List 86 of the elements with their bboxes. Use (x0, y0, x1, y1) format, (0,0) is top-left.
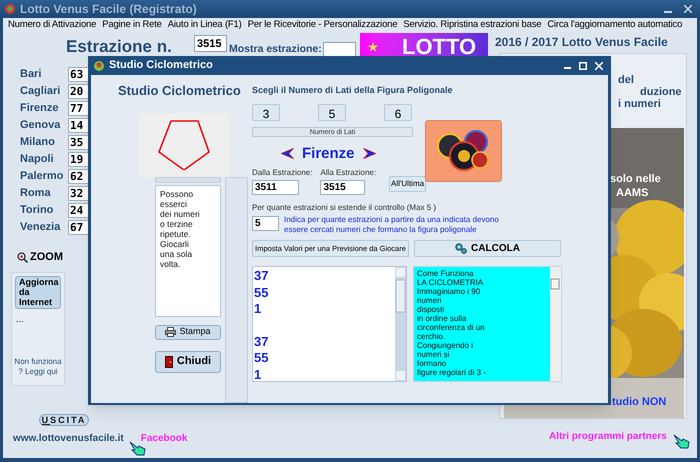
menu-item[interactable]: Servizio. Ripristina estrazioni base (403, 20, 542, 30)
menu-item[interactable]: Aiuto in Linea (F1) (168, 20, 242, 30)
number-box: 63 (68, 67, 89, 82)
dialog-heading: Studio Ciclometrico (118, 82, 241, 100)
span-label: Per quante estrazioni si estende il controllo (Max 5 ) (252, 202, 438, 214)
wheel-name: Firenze (302, 144, 355, 164)
field-label: Dalla Estrazione: (252, 167, 312, 179)
zoom-label[interactable]: ZOOM (30, 249, 63, 266)
number-box: 35 (68, 135, 89, 150)
pointing-hand-icon (672, 433, 691, 449)
city-label: Cagliari (19, 84, 62, 100)
draw-number-field[interactable]: 3515 (194, 35, 227, 52)
number-box: 32 (68, 186, 89, 201)
menu-item[interactable]: Per le Ricevitorie - Personalizzazione (248, 20, 398, 30)
city-label: Milano (19, 135, 56, 150)
pointing-hand-icon (128, 440, 147, 456)
number-box: 24 (68, 203, 89, 218)
field-label: Alla Estrazione: (320, 167, 376, 179)
city-label: Napoli (19, 152, 55, 168)
draw-field[interactable]: 3515 (320, 180, 366, 195)
door-icon (164, 356, 173, 368)
pentagon-drawing (157, 120, 211, 170)
result-number: 37 (254, 268, 270, 284)
city-label: Palermo (19, 169, 64, 184)
lotto-balls-icon (436, 128, 492, 174)
show-draw-label: Mostra estrazione: (229, 42, 321, 57)
number-box: 14 (68, 118, 89, 133)
help-text: Come Funziona LA CICLOMETRIA Immaginiamo i 90 numeri disposti in ordine sulla circonferenza di un cerchio. Congiungendo i numeri si formano figure regolari di 3 - (414, 267, 550, 381)
number-box: 19 (68, 152, 89, 167)
status-text: ... (16, 312, 24, 326)
number-box: 67 (68, 220, 89, 235)
menu-item[interactable]: Pagine in Rete (102, 20, 162, 30)
city-label: Torino (19, 203, 54, 218)
scrollbar[interactable] (395, 267, 406, 381)
result-number: 37 (254, 334, 270, 350)
draw-label: Estrazione n. (66, 36, 173, 58)
printer-icon (165, 327, 176, 337)
result-number: 1 (254, 366, 262, 381)
info-text: i numeri (618, 98, 662, 110)
print-button[interactable]: Stampa (155, 324, 221, 340)
number-box: 77 (68, 101, 89, 116)
close-icon[interactable] (684, 5, 692, 13)
panel-title: 2016 / 2017 Lotto Venus Facile (495, 34, 669, 51)
exit-button[interactable]: USCITA (39, 414, 89, 426)
star-icon (368, 42, 378, 52)
gears-icon (455, 243, 468, 254)
last-draw-button[interactable]: All'Ultima (389, 176, 426, 192)
right-arrow-icon[interactable] (362, 148, 376, 160)
photo-caption: solo nelle (610, 172, 661, 186)
info-text: duzione (640, 86, 683, 98)
menu-item[interactable]: Circa l'aggiornamento automatico (547, 20, 682, 30)
span-field[interactable]: 5 (252, 216, 279, 231)
window-title: Lotto Venus Facile (Registrato) (20, 1, 198, 18)
city-label: Bari (19, 67, 42, 82)
banner-text: LOTTO (402, 36, 476, 58)
calculate-button[interactable]: CALCOLA (414, 240, 561, 257)
info-text: del (618, 74, 635, 86)
close-dialog-button[interactable]: Chiudi (155, 350, 221, 372)
number-box: 62 (68, 169, 89, 184)
sides-prompt: Scegli il Numero di Lati della Figura Poligonale (252, 84, 454, 97)
help-link[interactable]: Non funziona ? Leggi qui (12, 356, 64, 376)
dialog-title: Studio Ciclometrico (109, 58, 214, 74)
left-arrow-icon[interactable] (281, 148, 294, 160)
zoom-icon[interactable] (17, 252, 28, 263)
note-box: Possono esserci dei numeri o terzine ripetute. Giocarli una sola volta. (155, 184, 221, 316)
app-icon (4, 3, 16, 15)
sides-button[interactable]: 6 (384, 104, 412, 120)
draw-field[interactable]: 3511 (252, 180, 299, 195)
photo-caption: AAMS (616, 186, 650, 200)
span-hint: Indica per quante estrazioni a partire da una indicata devono essere cercati numeri che formano la figura poligonale (284, 215, 500, 235)
maximize-icon[interactable] (579, 62, 587, 70)
result-number: 55 (254, 284, 270, 301)
app-icon (93, 60, 105, 72)
menu-item[interactable]: Numero di Attivazione (8, 20, 96, 30)
website-link[interactable]: www.lottovenusfacile.it (13, 431, 124, 446)
city-label: Venezia (19, 220, 62, 236)
sides-button[interactable]: 3 (252, 104, 280, 120)
update-button[interactable]: Aggiorna da Internet (15, 276, 61, 308)
info-text: tudio NON (612, 396, 666, 408)
result-number: 1 (254, 301, 262, 318)
sides-button[interactable]: 5 (318, 104, 346, 120)
number-box: 20 (68, 84, 89, 99)
result-number: 55 (254, 350, 270, 366)
city-label: Genova (19, 118, 62, 134)
city-label: Firenze (19, 101, 60, 116)
city-label: Roma (19, 186, 52, 202)
